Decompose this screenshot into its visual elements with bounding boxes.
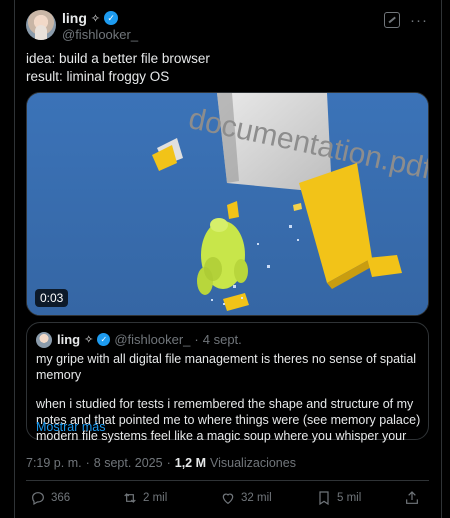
quote-header: ling ✧ ✓ @fishlooker_ · 4 sept.: [57, 332, 242, 347]
tweet-line-1: idea: build a better file browser: [26, 51, 210, 66]
tweet-date[interactable]: 8 sept. 2025: [94, 456, 163, 470]
quote-avatar[interactable]: [36, 332, 52, 348]
share-icon: [406, 491, 418, 504]
video-player[interactable]: documentation.pdf 0:03: [26, 92, 429, 316]
tweet-text: idea: build a better file browser result…: [26, 50, 210, 86]
avatar[interactable]: [26, 10, 56, 40]
quote-sparkle-icon: ✧: [84, 334, 94, 346]
share-button[interactable]: [404, 490, 420, 506]
quote-display-name[interactable]: ling: [57, 332, 80, 347]
video-duration-badge: 0:03: [35, 289, 69, 307]
quote-date[interactable]: 4 sept.: [203, 332, 242, 347]
video-frame: documentation.pdf: [27, 93, 428, 315]
tweet-time[interactable]: 7:19 p. m.: [26, 456, 82, 470]
tweet-meta: 7:19 p. m. · 8 sept. 2025 · 1,2 M Visual…: [26, 456, 296, 470]
repost-button[interactable]: 2 mil: [122, 490, 167, 506]
sparkle-icon: ✧: [90, 12, 101, 25]
author-handle[interactable]: @fishlooker_: [62, 27, 138, 42]
repost-count: 2 mil: [143, 492, 168, 504]
like-button[interactable]: 32 mil: [220, 490, 272, 506]
tweet-header: ling ✧ ✓ @fishlooker_ ···: [26, 8, 436, 48]
quote-separator: ·: [194, 332, 199, 347]
views-label: Visualizaciones: [210, 456, 296, 470]
meta-separator-1: ·: [85, 456, 90, 470]
quote-verified-badge-icon: ✓: [97, 333, 111, 346]
action-bar: 366 2 mil 32 mil 5 mil: [30, 490, 430, 510]
grok-icon[interactable]: [384, 12, 400, 28]
show-more-link[interactable]: Mostrar más: [36, 420, 105, 434]
quote-handle[interactable]: @fishlooker_: [114, 332, 190, 347]
bookmark-icon: [319, 491, 329, 506]
like-count: 32 mil: [241, 492, 272, 504]
divider: [26, 480, 429, 481]
tweet-line-2: result: liminal froggy OS: [26, 69, 170, 84]
quoted-tweet[interactable]: ling ✧ ✓ @fishlooker_ · 4 sept. my gripe…: [26, 322, 429, 443]
reply-count: 366: [51, 492, 71, 504]
quote-paragraph-1: my gripe with all digital file managemen…: [36, 352, 417, 382]
reply-button[interactable]: 366: [30, 490, 70, 506]
quote-body: my gripe with all digital file managemen…: [36, 351, 421, 457]
bookmark-count: 5 mil: [337, 492, 362, 504]
heart-icon: [222, 493, 234, 505]
author-display-name[interactable]: ling: [62, 10, 87, 26]
meta-separator-2: ·: [166, 456, 171, 470]
reply-icon: [32, 492, 44, 506]
verified-badge-icon: ✓: [104, 11, 119, 25]
more-options-icon[interactable]: ···: [410, 12, 428, 29]
bookmark-button[interactable]: 5 mil: [316, 490, 361, 506]
author-name-row[interactable]: ling ✧ ✓: [62, 10, 119, 26]
repost-icon: [124, 493, 136, 503]
views-count[interactable]: 1,2 M: [175, 456, 206, 470]
